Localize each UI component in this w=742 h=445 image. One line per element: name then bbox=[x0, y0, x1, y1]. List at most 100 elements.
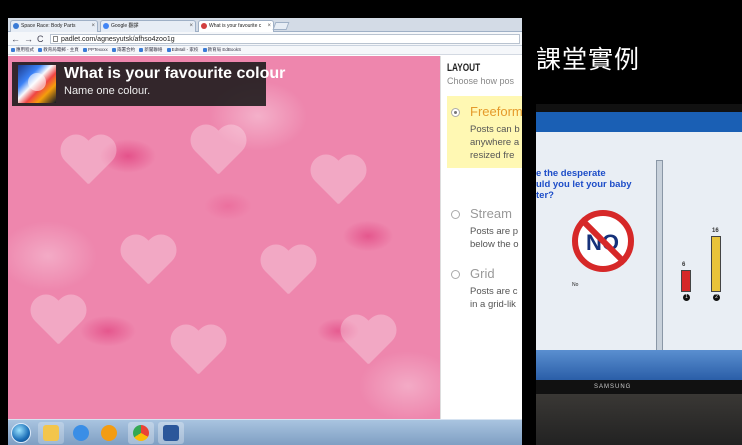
slide-title: 課堂實例 bbox=[536, 45, 641, 74]
layout-settings-panel: LAYOUT Choose how pos Freeform Posts can… bbox=[440, 56, 522, 419]
apps-icon bbox=[11, 48, 15, 52]
chart-value-label: 16 bbox=[712, 228, 719, 234]
desc-line: Posts can b bbox=[470, 124, 520, 135]
forward-arrow-icon[interactable]: → bbox=[24, 33, 33, 45]
heart-pattern bbox=[258, 246, 318, 298]
no-sign-icon: NO bbox=[572, 210, 634, 272]
layout-option-name: Freeform bbox=[470, 104, 522, 119]
radio-button[interactable] bbox=[451, 270, 460, 279]
reload-icon[interactable]: C bbox=[37, 33, 44, 45]
chart-bar bbox=[681, 270, 691, 292]
chart-marker: 1 bbox=[683, 294, 690, 301]
bookmark-label: EdMall - 家校 bbox=[171, 47, 199, 52]
bookmark-item[interactable]: 新聞聯絡 bbox=[139, 46, 162, 54]
layout-option-desc: Posts can b anywhere a resized fre bbox=[470, 123, 522, 162]
word-icon[interactable] bbox=[158, 422, 184, 444]
chart-bar bbox=[711, 236, 721, 292]
layout-option-name: Stream bbox=[470, 206, 512, 221]
worksheet-document: e the desperate uld you let your baby te… bbox=[536, 132, 742, 369]
heart-pattern bbox=[118, 236, 178, 288]
wall-header[interactable]: What is your favourite colour Name one c… bbox=[12, 62, 285, 106]
vertical-scrollbar[interactable] bbox=[656, 160, 663, 352]
browser-tab[interactable]: Space Race: Body Parts × bbox=[10, 20, 98, 32]
bookmark-item[interactable]: 應用程式 bbox=[11, 46, 34, 54]
chart-value-label: 6 bbox=[682, 262, 686, 268]
desk bbox=[536, 394, 742, 445]
chrome-icon[interactable] bbox=[128, 422, 154, 444]
wall-avatar[interactable] bbox=[18, 65, 56, 103]
windows-start-icon[interactable] bbox=[11, 423, 31, 443]
tab-label: Space Race: Body Parts bbox=[21, 23, 76, 29]
monitor-screen: e the desperate uld you let your baby te… bbox=[536, 112, 742, 380]
media-player-icon[interactable] bbox=[96, 422, 122, 444]
desc-line: Posts are c bbox=[470, 286, 518, 297]
browser-tab-bar: Space Race: Body Parts × Google 翻譯 × Wha… bbox=[8, 18, 522, 32]
question-text: e the desperate uld you let your baby te… bbox=[536, 168, 632, 201]
layout-option-name: Grid bbox=[470, 266, 495, 281]
padlet-wall[interactable]: What is your favourite colour Name one c… bbox=[8, 56, 440, 419]
heart-pattern bbox=[58, 136, 118, 188]
browser-window: Space Race: Body Parts × Google 翻譯 × Wha… bbox=[8, 18, 522, 445]
bookmarks-bar: 應用程式 教育局電郵 - 主頁 PPTexxxx 兩署合約 新聞聯絡 EdMal… bbox=[8, 46, 522, 55]
desc-line: anywhere a bbox=[470, 137, 520, 148]
no-sign-label: NO bbox=[586, 230, 619, 255]
address-bar: ← → C padlet.com/agnesyutsk/afhso4zoo1g bbox=[8, 32, 522, 46]
tab-favicon-icon bbox=[103, 23, 109, 29]
tab-label: Google 翻譯 bbox=[111, 23, 139, 29]
wall-subtitle: Name one colour. bbox=[64, 85, 151, 97]
bookmark-icon bbox=[139, 48, 144, 52]
layout-option-freeform[interactable]: Freeform Posts can b anywhere a resized … bbox=[447, 96, 522, 168]
tiny-label: No bbox=[572, 282, 579, 288]
desc-line: resized fre bbox=[470, 150, 515, 161]
bookmark-icon bbox=[166, 48, 171, 52]
explorer-icon[interactable] bbox=[38, 422, 64, 444]
classroom-photo: e the desperate uld you let your baby te… bbox=[536, 104, 742, 445]
heart-pattern bbox=[308, 156, 368, 208]
monitor-brand: SAMSUNG bbox=[594, 384, 632, 390]
monitor: e the desperate uld you let your baby te… bbox=[536, 104, 742, 394]
bookmark-icon bbox=[38, 48, 43, 52]
bookmark-item[interactable]: 教育局電郵 - 主頁 bbox=[38, 46, 79, 54]
bookmark-item[interactable]: PPTexxxx bbox=[83, 46, 108, 54]
bookmark-icon bbox=[202, 48, 207, 52]
bookmark-icon bbox=[112, 48, 117, 52]
layout-option-desc: Posts are c in a grid-lik bbox=[470, 285, 522, 311]
desc-line: below the o bbox=[470, 239, 519, 250]
browser-tab-active[interactable]: What is your favourite c × bbox=[198, 20, 274, 32]
radio-button[interactable] bbox=[451, 108, 460, 117]
bookmark-label: 應用程式 bbox=[16, 47, 34, 52]
tab-favicon-icon bbox=[201, 23, 207, 29]
layout-option-grid[interactable]: Grid Posts are c in a grid-lik bbox=[447, 258, 522, 316]
wall-title: What is your favourite colour bbox=[64, 65, 286, 82]
windows-taskbar bbox=[8, 419, 522, 445]
bookmark-item[interactable]: 教育局 EdBookS bbox=[202, 46, 242, 54]
bookmark-label: 教育局電郵 - 主頁 bbox=[43, 47, 79, 52]
url-text: padlet.com/agnesyutsk/afhso4zoo1g bbox=[61, 36, 175, 43]
heart-pattern bbox=[188, 126, 248, 178]
bookmark-item[interactable]: 兩署合約 bbox=[112, 46, 135, 54]
back-arrow-icon[interactable]: ← bbox=[11, 33, 20, 45]
heart-pattern bbox=[168, 326, 228, 378]
tab-favicon-icon bbox=[13, 23, 19, 29]
layout-option-desc: Posts are p below the o bbox=[470, 225, 522, 251]
radio-button[interactable] bbox=[451, 210, 460, 219]
bookmark-icon bbox=[83, 48, 88, 52]
screen-taskbar bbox=[536, 350, 742, 380]
bookmark-label: 兩署合約 bbox=[117, 47, 136, 52]
tab-close-icon[interactable]: × bbox=[91, 21, 95, 31]
tab-label: What is your favourite c bbox=[209, 23, 262, 29]
bookmark-item[interactable]: EdMall - 家校 bbox=[166, 46, 199, 54]
ie-browser-icon[interactable] bbox=[68, 422, 94, 444]
new-tab-button[interactable] bbox=[272, 22, 290, 30]
chart-marker: 2 bbox=[713, 294, 720, 301]
url-input[interactable]: padlet.com/agnesyutsk/afhso4zoo1g bbox=[50, 34, 520, 44]
heart-pattern bbox=[338, 316, 398, 368]
layout-option-stream[interactable]: Stream Posts are p below the o bbox=[447, 198, 522, 256]
tab-close-icon[interactable]: × bbox=[189, 21, 193, 31]
desc-line: in a grid-lik bbox=[470, 299, 516, 310]
heart-pattern bbox=[28, 296, 88, 348]
bookmark-label: 教育局 EdBookS bbox=[207, 47, 242, 52]
browser-tab[interactable]: Google 翻譯 × bbox=[100, 20, 196, 32]
tab-close-icon[interactable]: × bbox=[267, 21, 271, 31]
bookmark-label: 新聞聯絡 bbox=[144, 47, 163, 52]
